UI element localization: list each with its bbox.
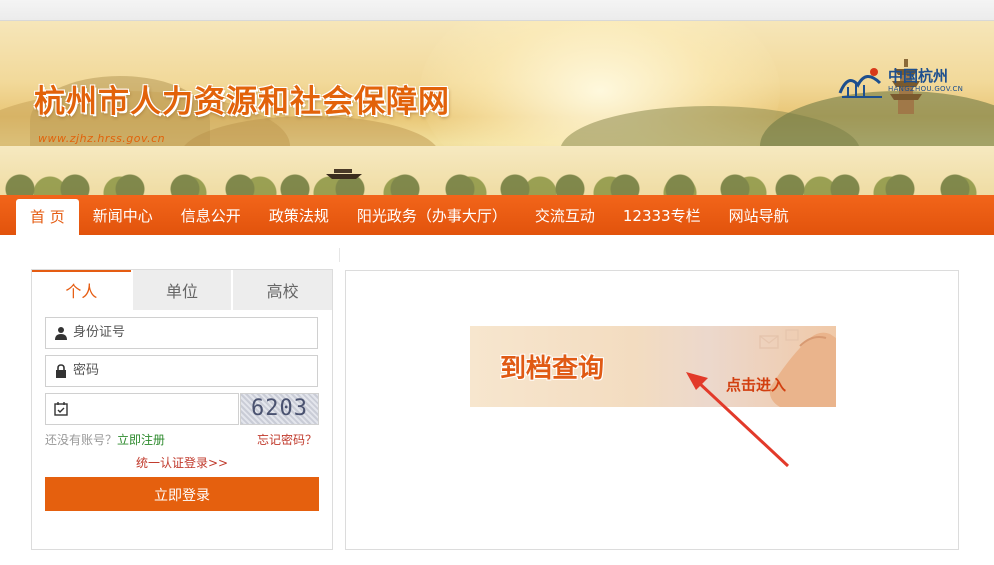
tab-employer[interactable]: 单位 [130, 270, 232, 310]
nav-item-info-disclosure[interactable]: 信息公开 [167, 195, 255, 235]
hangzhou-gov-logo[interactable]: 中国杭州 HANGZHOU.GOV.CN [836, 63, 966, 99]
main-nav: 首 页 新闻中心 信息公开 政策法规 阳光政务（办事大厅） 交流互动 12333… [0, 195, 994, 235]
nav-item-service-hall[interactable]: 阳光政务（办事大厅） [343, 195, 521, 235]
banner-lotus-leaves [0, 171, 994, 195]
calendar-check-icon [54, 402, 68, 416]
no-account-text: 还没有账号？ [45, 433, 118, 447]
site-url: www.zjhz.hrss.gov.cn [38, 132, 166, 145]
tab-university[interactable]: 高校 [231, 270, 333, 310]
header-banner: 杭州市人力资源和社会保障网 www.zjhz.hrss.gov.cn 中国杭州 … [0, 21, 994, 195]
login-tabs: 个人 单位 高校 [32, 270, 333, 310]
browser-top-strip [0, 0, 994, 21]
nav-item-12333[interactable]: 12333专栏 [609, 195, 715, 235]
divider [339, 248, 340, 262]
register-row: 还没有账号？立即注册 忘记密码？ [45, 431, 317, 448]
login-button[interactable]: 立即登录 [45, 477, 319, 511]
nav-item-interaction[interactable]: 交流互动 [521, 195, 609, 235]
nav-item-site-map[interactable]: 网站导航 [715, 195, 803, 235]
forgot-password-link[interactable]: 忘记密码？ [257, 431, 317, 448]
unified-login-link[interactable]: 统一认证登录>> [32, 454, 332, 471]
nav-item-home[interactable]: 首 页 [16, 199, 79, 235]
id-number-input[interactable] [73, 318, 273, 346]
archive-query-title: 到档查询 [500, 354, 605, 384]
register-link[interactable]: 立即注册 [117, 433, 165, 447]
captcha-image[interactable]: 6203 [240, 393, 319, 425]
id-number-field [45, 317, 318, 349]
captcha-field [45, 393, 273, 425]
hangzhou-logo-icon [838, 68, 882, 98]
site-title: 杭州市人力资源和社会保障网 [34, 84, 450, 120]
login-panel: 个人 单位 高校 6203 还没有账号？立即注册 忘记密码？ 统一认证登录>> … [31, 269, 333, 550]
hangzhou-logo-url: HANGZHOU.GOV.CN [888, 85, 964, 93]
lock-icon [56, 364, 66, 378]
boat-icon [326, 169, 362, 179]
password-input[interactable] [73, 356, 273, 384]
password-field [45, 355, 318, 387]
red-arrow-icon [686, 372, 790, 468]
nav-item-news[interactable]: 新闻中心 [79, 195, 167, 235]
tab-personal[interactable]: 个人 [32, 270, 131, 310]
nav-item-policies[interactable]: 政策法规 [255, 195, 343, 235]
user-icon [55, 327, 67, 340]
hangzhou-logo-text: 中国杭州 [888, 67, 949, 85]
main-content-panel: 到档查询 点击进入 [345, 270, 959, 550]
